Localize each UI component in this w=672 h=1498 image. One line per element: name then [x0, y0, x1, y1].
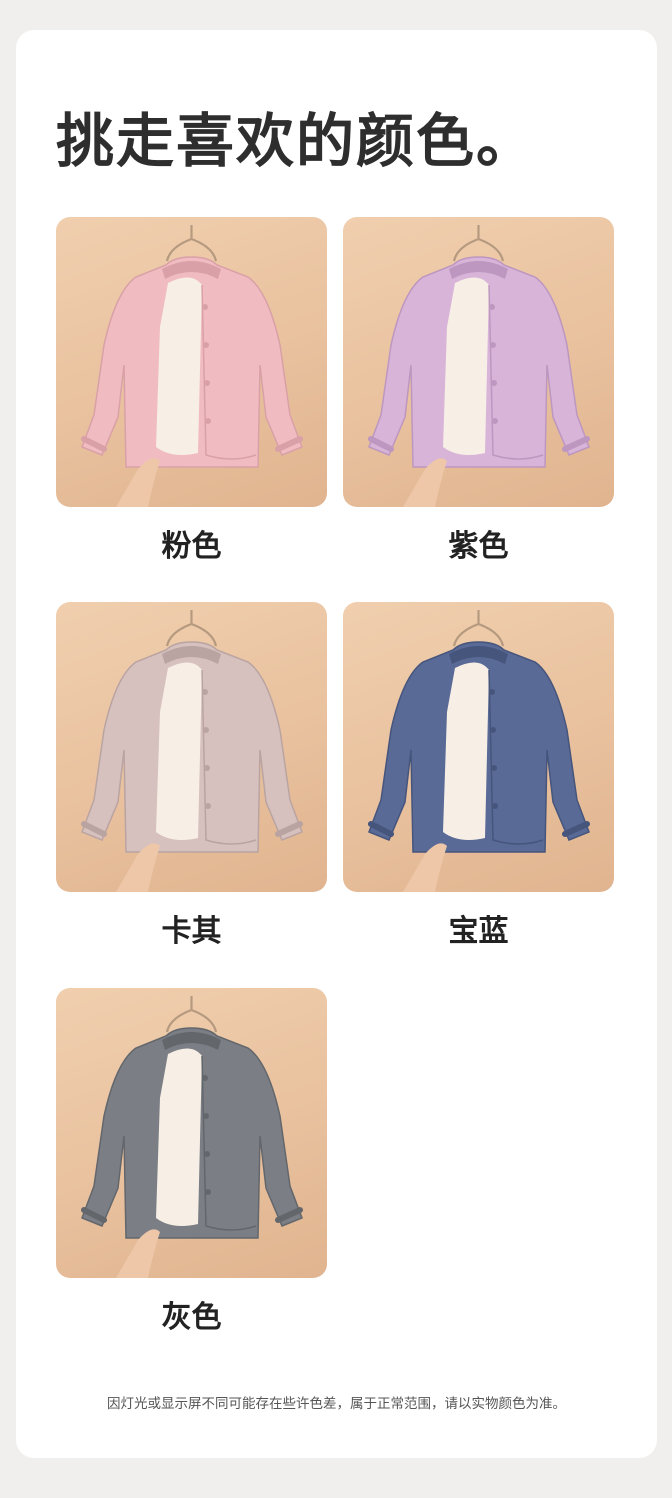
- pink-jacket-icon: [81, 225, 303, 507]
- swatch-image-purple[interactable]: [343, 217, 614, 507]
- swatch-label-purple: 紫色: [448, 529, 509, 564]
- gray-jacket-icon: [81, 996, 303, 1278]
- swatch-image-gray[interactable]: [56, 988, 327, 1278]
- purple-jacket-icon: [368, 225, 590, 507]
- swatch-label-pink: 粉色: [161, 529, 222, 564]
- swatch-image-royal-blue[interactable]: [343, 602, 614, 892]
- swatch-label-gray: 灰色: [161, 1300, 222, 1335]
- swatch-image-pink[interactable]: [56, 217, 327, 507]
- swatch-label-royal-blue: 宝蓝: [448, 914, 509, 949]
- swatch-label-khaki: 卡其: [161, 914, 222, 949]
- color-disclaimer: 因灯光或显示屏不同可能存在些许色差，属于正常范围，请以实物颜色为准。: [107, 1396, 566, 1412]
- royal-blue-jacket-icon: [368, 610, 590, 892]
- swatch-image-khaki[interactable]: [56, 602, 327, 892]
- page-title: 挑走喜欢的颜色。: [56, 107, 537, 175]
- khaki-jacket-icon: [81, 610, 303, 892]
